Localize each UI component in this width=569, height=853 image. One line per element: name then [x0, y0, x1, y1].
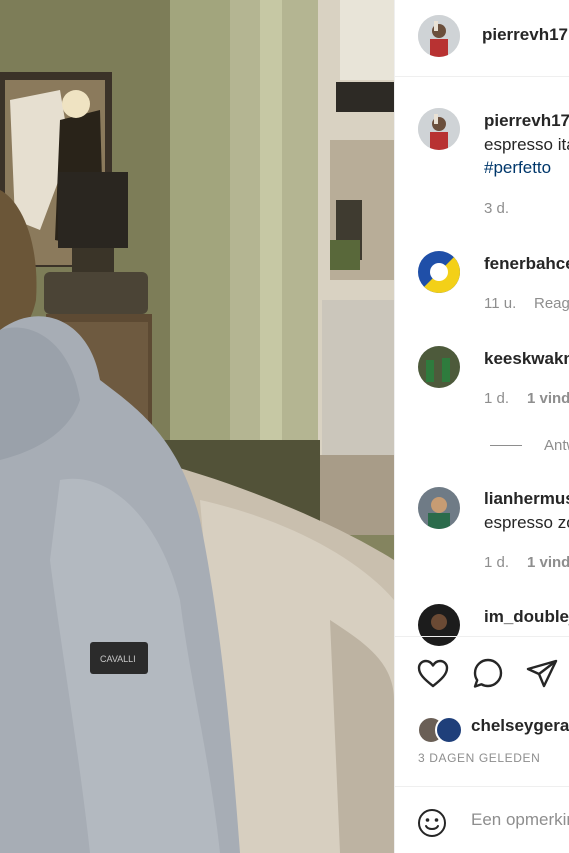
comment-avatar[interactable]	[418, 487, 460, 529]
comment-time[interactable]: 11 u.	[484, 295, 516, 312]
comment-bubble-icon[interactable]	[471, 657, 505, 691]
post-photo[interactable]: CAVALLI	[0, 0, 394, 853]
comment-username[interactable]: im_doublej	[484, 607, 569, 627]
caption-text: espresso italiano	[484, 135, 569, 154]
caption-hashtag[interactable]: #perfetto	[484, 158, 551, 178]
add-comment-bar	[395, 786, 569, 853]
comment-likes-label: 1 vind-ik-leuk	[527, 554, 569, 571]
comment-likes-label: 1 vind-ik-leuk	[527, 390, 569, 407]
comment-avatar-image	[418, 487, 460, 529]
likes-summary[interactable]: chelseygeraerts	[471, 716, 569, 736]
post-date[interactable]: 3 DAGEN GELEDEN	[418, 751, 540, 765]
comment-text: espresso zo	[484, 513, 569, 532]
comment-likes[interactable]: 1 vind-ik-leuk	[527, 390, 569, 407]
comment-input[interactable]	[471, 807, 569, 833]
caption-time[interactable]: 3 d.	[484, 200, 509, 217]
author-username[interactable]: pierrevh17	[482, 25, 568, 45]
comment-time[interactable]: 1 d.	[484, 554, 509, 571]
comment-username[interactable]: keeskwakman	[484, 349, 569, 369]
comment-username[interactable]: fenerbahce	[484, 254, 569, 274]
comment-avatar-image	[418, 346, 460, 388]
caption-username[interactable]: pierrevh17	[484, 111, 569, 131]
author-avatar-image	[418, 15, 460, 57]
replies-divider	[490, 445, 522, 446]
comment-avatar[interactable]	[418, 251, 460, 293]
author-avatar[interactable]	[418, 15, 460, 57]
comment-reply-button[interactable]: Reageren	[534, 295, 569, 312]
post-header: pierrevh17	[395, 0, 569, 77]
liker-avatar	[435, 716, 463, 744]
paper-plane-icon[interactable]	[525, 657, 559, 691]
comment-avatar-image	[418, 251, 460, 293]
heart-icon[interactable]	[416, 657, 450, 691]
caption-author-avatar[interactable]	[418, 108, 460, 150]
comment-avatar[interactable]	[418, 346, 460, 388]
comment-username[interactable]: lianhermus	[484, 489, 569, 509]
smiley-icon[interactable]	[417, 808, 447, 838]
post-sidebar: pierrevh17 pierrevh17 espresso italiano …	[394, 0, 569, 853]
comment-time[interactable]: 1 d.	[484, 390, 509, 407]
caption-author-avatar-image	[418, 108, 460, 150]
post-photo-image: CAVALLI	[0, 0, 394, 853]
comment-likes[interactable]: 1 vind-ik-leuk	[527, 554, 569, 571]
view-replies-button[interactable]: Antwoorden bekijken	[544, 437, 569, 454]
svg-text:CAVALLI: CAVALLI	[100, 654, 136, 664]
